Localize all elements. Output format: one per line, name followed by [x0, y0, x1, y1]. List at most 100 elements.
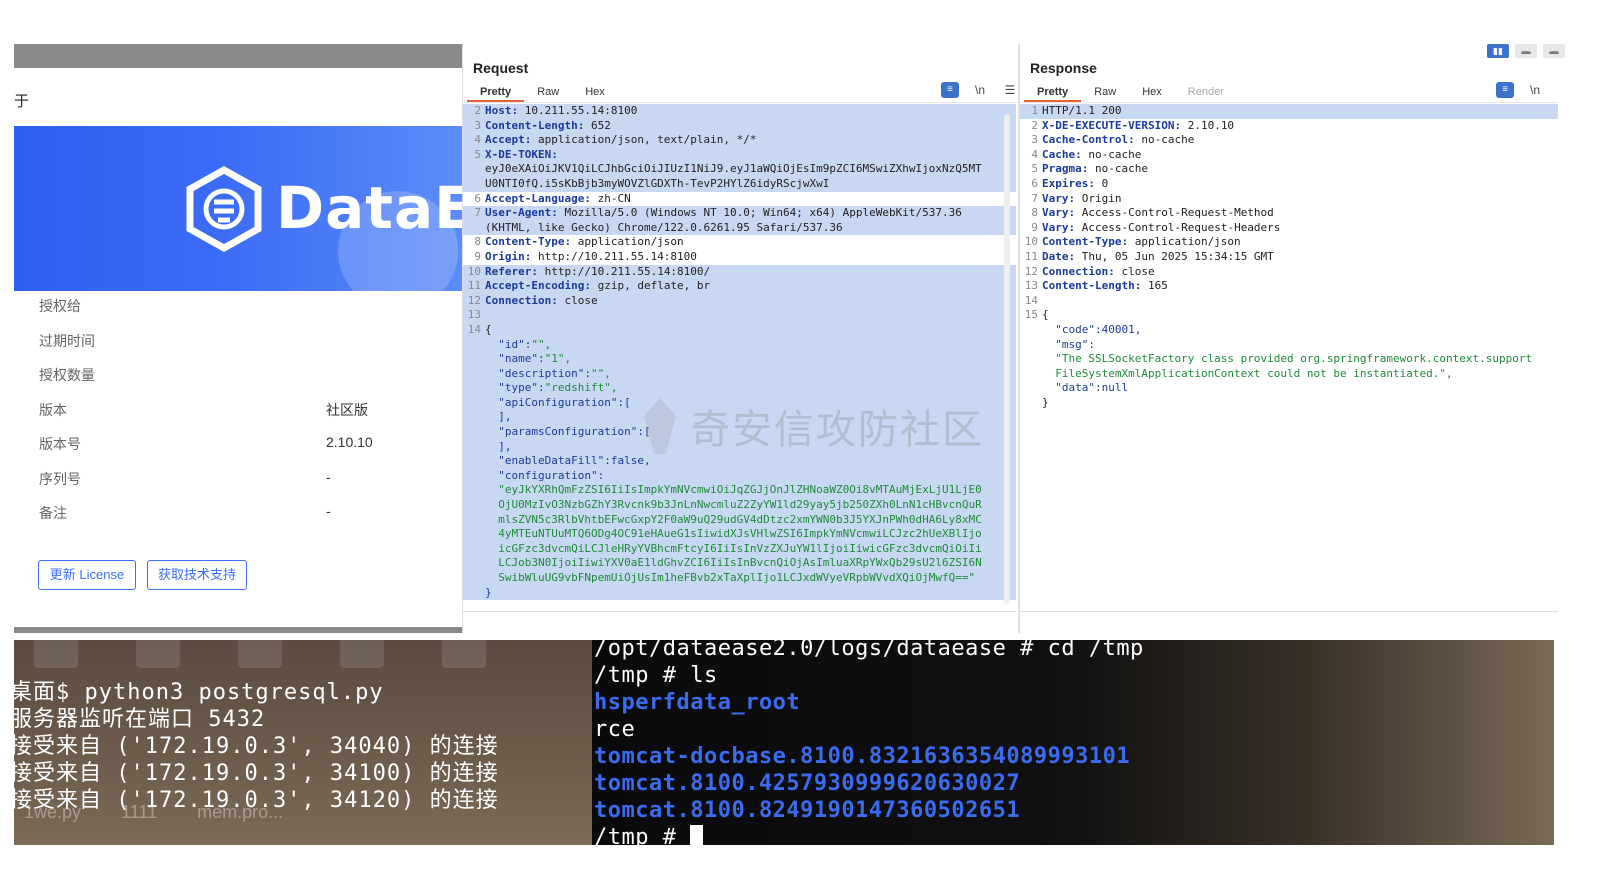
terminal-file-entry: rce	[594, 717, 636, 742]
code-line: 7 User-Agent: Mozilla/5.0 (Windows NT 10.…	[463, 206, 1016, 221]
code-line: "code":40001,	[1020, 323, 1558, 338]
line-number: 11	[467, 279, 481, 293]
code-line: 7 Vary: Origin	[1020, 192, 1558, 207]
json-brace: }	[1042, 395, 1049, 409]
terminal-line: /tmp # ls	[594, 663, 718, 688]
code-line: 10 Content-Type: application/json	[1020, 235, 1558, 250]
terminal-right[interactable]: /opt/dataease2.0/logs/dataease # cd /tmp…	[592, 640, 1554, 845]
menu-icon[interactable]: ☰	[1001, 82, 1016, 98]
code-line: 9 Vary: Access-Control-Request-Headers	[1020, 221, 1558, 236]
request-scrollbar[interactable]	[1004, 114, 1010, 604]
json-key: ],	[485, 439, 512, 453]
code-line: "id":"",	[463, 337, 1016, 353]
header-key: X-DE-TOKEN:	[485, 147, 558, 161]
code-line: 12 Connection: close	[1020, 265, 1558, 280]
watermark: 奇安信攻防社区	[640, 396, 984, 456]
header-key: Origin:	[485, 249, 532, 263]
tab-raw[interactable]: Raw	[524, 82, 572, 102]
tab-hex[interactable]: Hex	[1129, 82, 1175, 102]
line-number: 14	[467, 322, 481, 336]
desktop-icon	[238, 640, 282, 668]
code-line: 11 Accept-Encoding: gzip, deflate, br	[463, 279, 1016, 294]
json-key: "description":	[485, 366, 591, 380]
line-number	[463, 410, 485, 425]
line-number: 5	[474, 147, 481, 161]
line-number	[463, 425, 485, 440]
header-key: Vary:	[1042, 191, 1076, 205]
single-view-icon[interactable]: ▬	[1543, 44, 1565, 58]
code-line: 4 Cache: no-cache	[1020, 148, 1558, 163]
watermark-text: 奇安信攻防社区	[690, 407, 984, 453]
header-value: {	[485, 322, 492, 336]
json-string: icGFzc3dvcmQiLCJleHRyYVBhcmFtcyI6IiIsInV…	[485, 541, 982, 555]
message-actions-icon[interactable]: ≡	[941, 82, 959, 98]
label-serial: 序列号	[39, 471, 81, 487]
code-text: Cache-Control: no-cache	[1042, 133, 1194, 148]
request-editor[interactable]: 2 Host: 10.211.55.14:8100 3 Content-Length:…	[463, 104, 1016, 601]
json-value: FileSystemXmlApplicationContext could no…	[1042, 366, 1453, 380]
code-text: "type":"redshift",	[485, 381, 617, 396]
code-line: OjU0MzIvO3NzbGZhY3Rvcnk9b3JnLnNwcmluZ2Zy…	[463, 498, 1016, 513]
horizontal-view-icon[interactable]: ▬	[1515, 44, 1537, 58]
code-text: U0NTI0fQ.i5sKbBjb3myWOVZlGDXTh-TevP2HYlZ…	[485, 177, 829, 192]
line-number: 10	[1024, 235, 1038, 249]
split-view-icon[interactable]: ▮▮	[1487, 44, 1509, 58]
code-line: "enableDataFill":false,	[463, 454, 1016, 469]
license-panel: 于 DataEa 授权给 过期时间 授权数量 版本 社区版 版本号 2.10.1…	[14, 44, 478, 633]
terminal-dir-entry: tomcat.8100.4257930999620630027	[594, 771, 1021, 796]
response-editor[interactable]: 1 HTTP/1.1 200 2 X-DE-EXECUTE-VERSION: 2.10…	[1020, 104, 1558, 410]
code-line: 6 Accept-Language: zh-CN	[463, 192, 1016, 207]
code-text: icGFzc3dvcmQiLCJleHRyYVBhcmFtcyI6IiIsInV…	[485, 541, 982, 557]
code-text: Host: 10.211.55.14:8100	[485, 104, 637, 119]
json-key: "id":	[485, 337, 532, 351]
code-line: }	[463, 585, 1016, 601]
line-number: 12	[467, 293, 481, 307]
header-value: 165	[1141, 279, 1168, 293]
code-text: Content-Type: application/json	[485, 235, 684, 250]
code-line: SwibWluUG9vbFNpemUiOjUsIm1heFBvb2xTaXplI…	[463, 571, 1016, 586]
message-actions-icon[interactable]: ≡	[1496, 82, 1514, 98]
code-text: X-DE-EXECUTE-VERSION: 2.10.10	[1042, 119, 1234, 134]
code-line: 9 Origin: http://10.211.55.14:8100	[463, 250, 1016, 265]
tech-support-button[interactable]: 获取技术支持	[147, 560, 247, 590]
code-text: Accept-Encoding: gzip, deflate, br	[485, 279, 710, 294]
json-value: "",	[590, 366, 611, 380]
code-text: "The SSLSocketFactory class provided org…	[1042, 352, 1532, 367]
newline-toggle-icon[interactable]: \n	[1526, 82, 1544, 98]
value-edition: 社区版	[326, 402, 368, 418]
code-text: }	[1042, 396, 1049, 411]
response-tabs: Pretty Raw Hex Render	[1024, 82, 1237, 102]
code-line: FileSystemXmlApplicationContext could no…	[1020, 367, 1558, 382]
code-text: }	[485, 586, 492, 601]
json-key: "enableDataFill":	[485, 454, 611, 468]
json-brace: }	[485, 585, 492, 599]
header-key: Vary:	[1042, 206, 1076, 220]
tab-raw[interactable]: Raw	[1081, 82, 1129, 102]
tab-pretty[interactable]: Pretty	[467, 82, 525, 102]
dataease-logo-icon	[186, 166, 262, 252]
newline-toggle-icon[interactable]: \n	[971, 82, 989, 98]
header-value: 10.211.55.14:8100	[518, 104, 638, 117]
code-text: Connection: close	[485, 294, 598, 309]
json-value: 40001,	[1101, 322, 1142, 336]
code-text: Vary: Origin	[1042, 192, 1121, 207]
update-license-button[interactable]: 更新 License	[38, 560, 136, 590]
line-number	[1020, 381, 1042, 396]
terminal-line: /opt/dataease2.0/logs/dataease # cd /tmp	[594, 640, 1144, 661]
code-line: 8 Vary: Access-Control-Request-Method	[1020, 206, 1558, 221]
tab-pretty[interactable]: Pretty	[1024, 82, 1082, 102]
watermark-logo-icon	[644, 398, 676, 454]
json-string: LCJob3N0IjoiIiwiYXV0aE1ldGhvZCI6IiIsInBv…	[485, 556, 982, 570]
header-key: Referer:	[485, 264, 538, 278]
brand-banner: DataEa	[14, 126, 478, 291]
header-value: no-cache	[1081, 147, 1142, 161]
line-number	[463, 513, 485, 528]
response-panel: Response Pretty Raw Hex Render ≡ \n 1 HTT…	[1018, 44, 1558, 633]
tab-render[interactable]: Render	[1175, 82, 1237, 102]
line-number: 8	[1031, 206, 1038, 220]
code-text: Pragma: no-cache	[1042, 162, 1148, 177]
tab-hex[interactable]: Hex	[572, 82, 618, 102]
line-number: 9	[1031, 220, 1038, 234]
terminal-prompt: /tmp #	[594, 825, 704, 845]
code-text: "id":"",	[485, 338, 551, 353]
